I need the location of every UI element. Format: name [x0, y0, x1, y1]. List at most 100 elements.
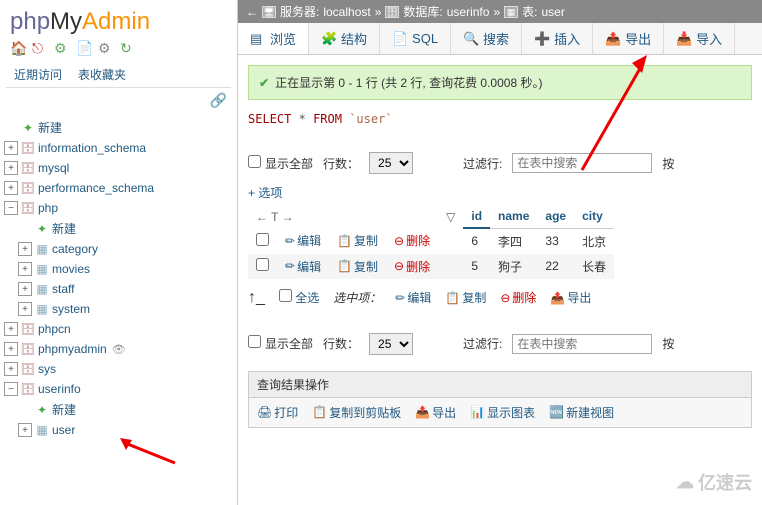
- watermark: ☁亿速云: [676, 469, 752, 495]
- sql-icon: 📄: [392, 31, 408, 47]
- tab-sql[interactable]: 📄SQL: [380, 23, 451, 54]
- new-icon: ✦: [20, 120, 36, 136]
- bulk-actions: ↑_ 全选 选中项： ✏ 编辑 📋 复制 ⊖ 删除 📤 导出: [248, 279, 752, 327]
- bulk-export[interactable]: 📤 导出: [550, 289, 591, 306]
- rows-select[interactable]: 25: [369, 152, 413, 174]
- browse-icon: ▤: [250, 31, 266, 47]
- tree-toggle[interactable]: −: [4, 382, 18, 396]
- delete-link[interactable]: ⊖ 删除: [394, 232, 430, 249]
- edit-link[interactable]: ✏ 编辑: [285, 258, 321, 275]
- tree-toggle[interactable]: +: [4, 141, 18, 155]
- tree-new-db[interactable]: 新建: [38, 119, 62, 136]
- table-movies[interactable]: movies: [52, 262, 90, 276]
- server-icon: 🖥: [262, 6, 276, 18]
- logout-icon[interactable]: ⎋: [32, 40, 48, 56]
- controls-top: 显示全部 行数： 25 过滤行: 按: [248, 146, 752, 180]
- filter-input[interactable]: [512, 334, 652, 354]
- rows-select[interactable]: 25: [369, 333, 413, 355]
- new-icon: ✦: [34, 221, 50, 237]
- copy-link[interactable]: 📋 复制: [337, 232, 378, 249]
- clipboard-link[interactable]: 📋 复制到剪贴板: [312, 404, 401, 421]
- col-city[interactable]: city: [574, 205, 614, 228]
- data-table: ← T → ▽ id name age city ✏ 编辑 📋 复制 ⊖ 删除 …: [248, 205, 614, 279]
- options-toggle[interactable]: + 选项: [248, 180, 752, 205]
- nav-left-icon[interactable]: ←: [246, 5, 258, 19]
- tree-toggle[interactable]: +: [18, 302, 32, 316]
- tree-toggle[interactable]: +: [4, 342, 18, 356]
- link-icon[interactable]: 🔗: [0, 88, 237, 113]
- col-name[interactable]: name: [490, 205, 537, 228]
- db-sys[interactable]: sys: [38, 362, 56, 376]
- settings-icon[interactable]: ⚙: [98, 40, 114, 56]
- tree-toggle[interactable]: +: [4, 362, 18, 376]
- db-mysql[interactable]: mysql: [38, 161, 69, 175]
- tab-import[interactable]: 📥导入: [664, 23, 735, 54]
- row-checkbox[interactable]: [256, 233, 269, 246]
- structure-icon: 🧩: [321, 31, 337, 47]
- db-information-schema[interactable]: information_schema: [38, 141, 146, 155]
- controls-bottom: 显示全部 行数： 25 过滤行: 按: [248, 327, 752, 361]
- table-icon: ▦: [504, 6, 518, 18]
- sql-icon[interactable]: ⚙: [54, 40, 70, 56]
- tree-toggle[interactable]: +: [18, 242, 32, 256]
- database-icon: 🗄: [20, 321, 36, 337]
- tab-export[interactable]: 📤导出: [593, 23, 664, 54]
- view-link[interactable]: 🆕 新建视图: [549, 404, 614, 421]
- sort-arrow-icon[interactable]: ▽: [438, 205, 463, 228]
- table-staff[interactable]: staff: [52, 282, 74, 296]
- show-all-checkbox[interactable]: 显示全部: [248, 155, 313, 172]
- tab-recent[interactable]: 近期访问: [6, 62, 70, 87]
- new-icon: ✦: [34, 402, 50, 418]
- bulk-copy[interactable]: 📋 复制: [445, 289, 486, 306]
- tab-search[interactable]: 🔍搜索: [451, 23, 522, 54]
- tree-toggle[interactable]: −: [4, 201, 18, 215]
- results-ops-title: 查询结果操作: [249, 372, 751, 398]
- tree-toggle[interactable]: +: [18, 262, 32, 276]
- docs-icon[interactable]: 📄: [76, 40, 92, 56]
- db-phpmyadmin[interactable]: phpmyadmin: [38, 342, 107, 356]
- quick-icons: 🏠 ⎋ ⚙ 📄 ⚙ ↻: [0, 38, 237, 62]
- bc-database[interactable]: userinfo: [447, 5, 490, 19]
- table-system[interactable]: system: [52, 302, 90, 316]
- bc-server[interactable]: localhost: [323, 5, 370, 19]
- tree-new-table[interactable]: 新建: [52, 220, 76, 237]
- edit-link[interactable]: ✏ 编辑: [285, 232, 321, 249]
- reload-icon[interactable]: ↻: [120, 40, 136, 56]
- print-link[interactable]: 🖨 打印: [257, 404, 298, 421]
- bulk-delete[interactable]: ⊖ 删除: [500, 289, 536, 306]
- tree-toggle[interactable]: +: [4, 161, 18, 175]
- bc-table[interactable]: user: [541, 5, 564, 19]
- delete-link[interactable]: ⊖ 删除: [394, 258, 430, 275]
- db-performance-schema[interactable]: performance_schema: [38, 181, 154, 195]
- tree-new-table[interactable]: 新建: [52, 401, 76, 418]
- tab-browse[interactable]: ▤浏览: [238, 23, 309, 54]
- db-userinfo[interactable]: userinfo: [38, 382, 81, 396]
- database-icon: 🗄: [20, 180, 36, 196]
- tree-toggle[interactable]: +: [4, 322, 18, 336]
- col-age[interactable]: age: [537, 205, 574, 228]
- db-phpcn[interactable]: phpcn: [38, 322, 71, 336]
- col-id[interactable]: id: [463, 205, 490, 228]
- database-icon: 🗄: [20, 200, 36, 216]
- tree-toggle[interactable]: +: [4, 181, 18, 195]
- tab-structure[interactable]: 🧩结构: [309, 23, 380, 54]
- table-category[interactable]: category: [52, 242, 98, 256]
- tree-toggle[interactable]: +: [18, 423, 32, 437]
- chart-link[interactable]: 📊 显示图表: [470, 404, 535, 421]
- export-link[interactable]: 📤 导出: [415, 404, 456, 421]
- database-icon: 🗄: [20, 361, 36, 377]
- bulk-edit[interactable]: ✏ 编辑: [395, 289, 431, 306]
- select-all-checkbox[interactable]: 全选: [279, 289, 319, 306]
- tab-favorites[interactable]: 表收藏夹: [70, 62, 134, 87]
- db-php[interactable]: php: [38, 201, 58, 215]
- sort-controls[interactable]: ← T →: [248, 205, 438, 228]
- copy-link[interactable]: 📋 复制: [337, 258, 378, 275]
- table-icon: ▦: [34, 241, 50, 257]
- filter-input[interactable]: [512, 153, 652, 173]
- row-checkbox[interactable]: [256, 258, 269, 271]
- table-user[interactable]: user: [52, 423, 75, 437]
- tree-toggle[interactable]: +: [18, 282, 32, 296]
- tab-insert[interactable]: ➕插入: [522, 23, 593, 54]
- show-all-checkbox[interactable]: 显示全部: [248, 335, 313, 352]
- home-icon[interactable]: 🏠: [10, 40, 26, 56]
